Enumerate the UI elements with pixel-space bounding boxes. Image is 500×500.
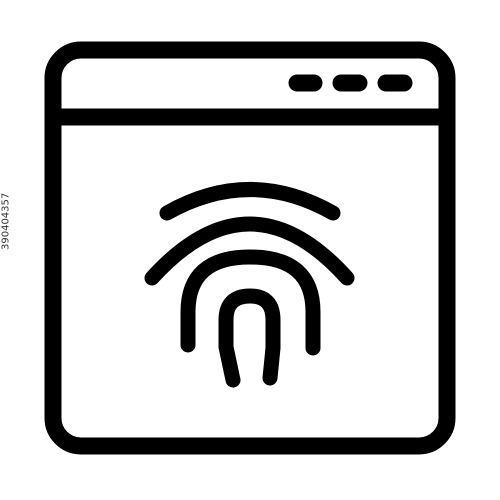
icon-canvas: 390404357	[0, 0, 500, 500]
browser-window-icon	[44, 41, 456, 455]
fingerprint-core-left	[218, 288, 281, 388]
fingerprint-icon	[144, 182, 355, 388]
browser-fingerprint-icon	[44, 41, 456, 455]
watermark-id-text: 390404357	[0, 192, 12, 250]
fingerprint-ridge-1	[159, 182, 341, 221]
